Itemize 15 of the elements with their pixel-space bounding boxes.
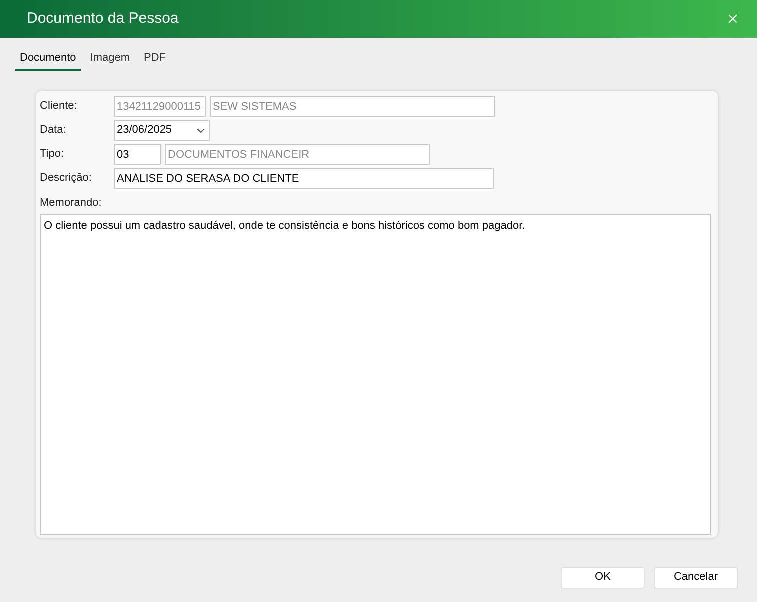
field-label: Data: bbox=[40, 123, 68, 138]
tab[interactable]: Documento bbox=[15, 50, 82, 70]
dialog-button[interactable]: OK bbox=[561, 566, 645, 588]
field-label: Memorando: bbox=[40, 196, 103, 210]
tab[interactable]: PDF bbox=[139, 50, 172, 70]
close-icon bbox=[726, 12, 740, 26]
dialog-button[interactable]: Cancelar bbox=[654, 566, 738, 588]
field-label: Tipo: bbox=[40, 147, 66, 162]
field-label: Descrição: bbox=[40, 171, 93, 186]
input-field[interactable]: 03 bbox=[114, 144, 161, 165]
date-field[interactable]: 23/06/2025 bbox=[114, 120, 210, 141]
memo-field[interactable]: O cliente possui um cadastro saudável, onde te consistência e bons históricos como bom pagador. bbox=[40, 214, 711, 535]
window-title: Documento da Pessoa bbox=[27, 8, 179, 29]
field-label: Cliente: bbox=[40, 99, 78, 114]
tab[interactable]: Imagem bbox=[85, 50, 136, 70]
